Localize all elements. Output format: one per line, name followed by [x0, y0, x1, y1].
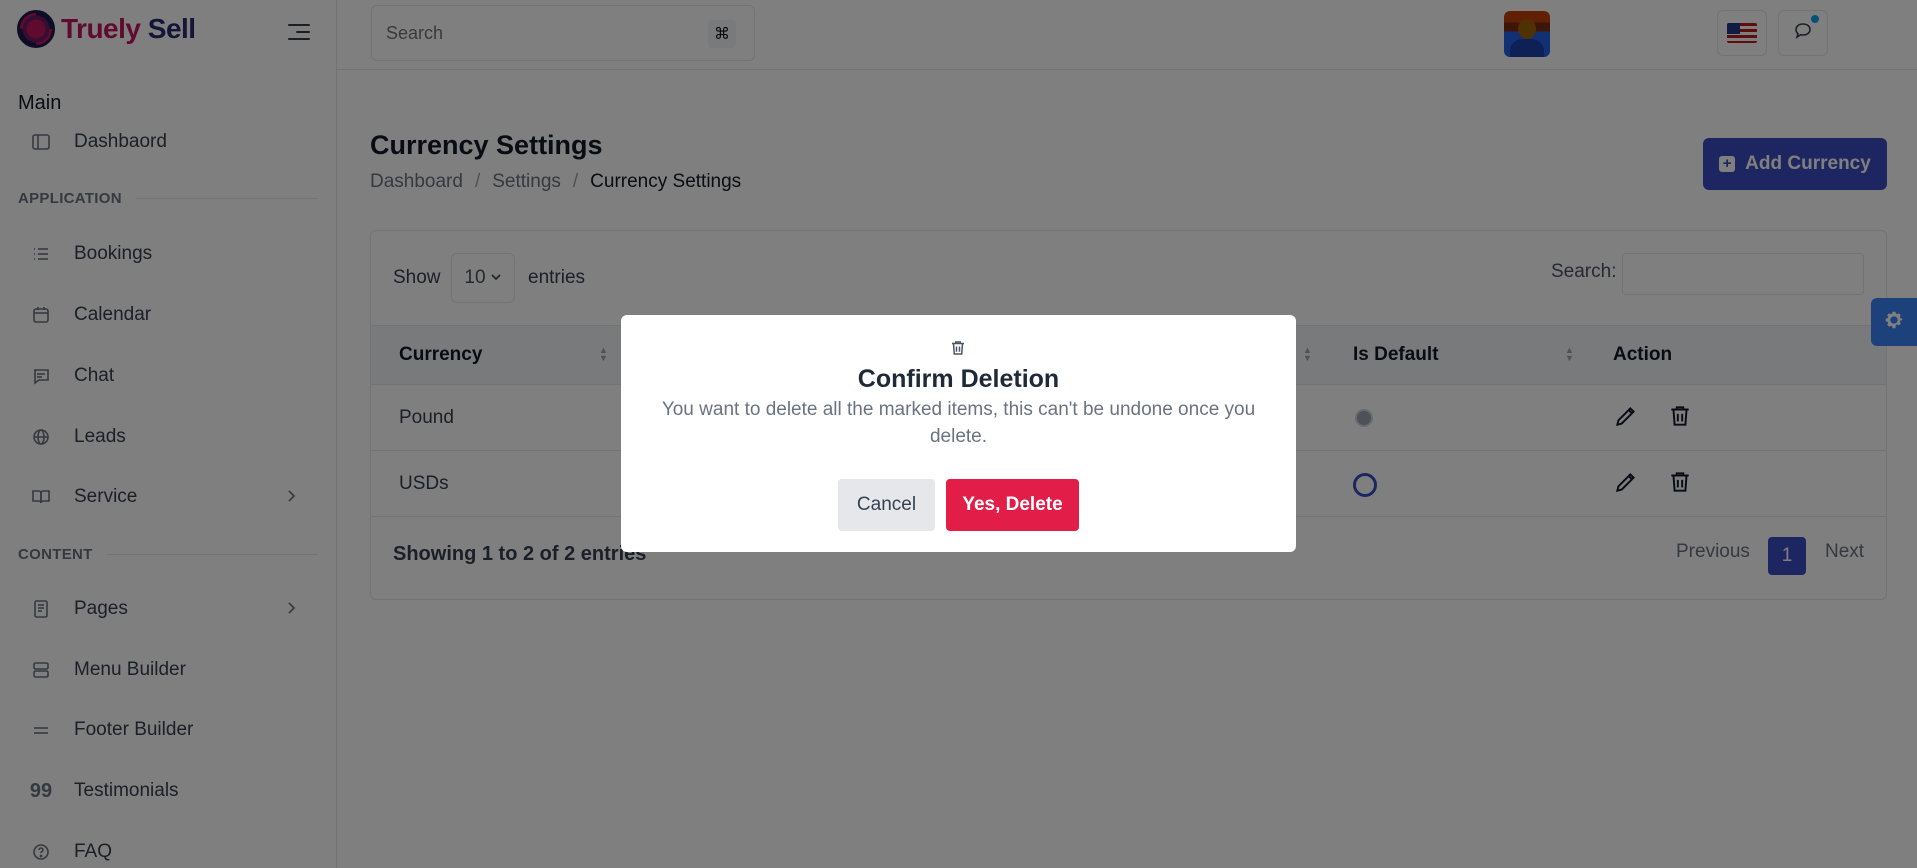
cancel-button[interactable]: Cancel	[838, 479, 935, 531]
modal-message: You want to delete all the marked items,…	[661, 399, 1256, 447]
modal-title: Confirm Deletion	[857, 365, 1060, 393]
confirm-delete-button[interactable]: Yes, Delete	[946, 479, 1079, 531]
confirm-delete-modal: Confirm Deletion You want to delete all …	[621, 315, 1296, 552]
trash-icon	[949, 339, 967, 357]
